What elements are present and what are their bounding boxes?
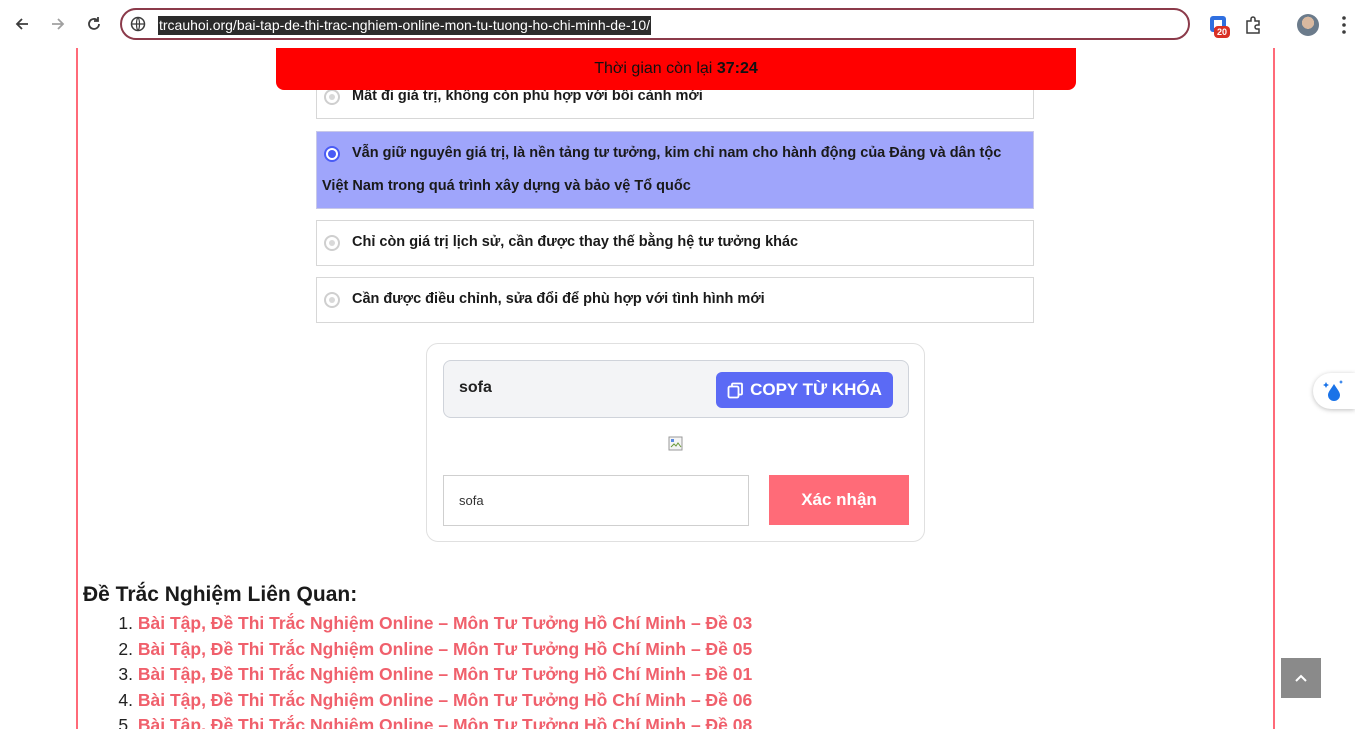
keyword-box: sofa COPY TỪ KHÓA (443, 360, 909, 418)
forward-icon[interactable] (44, 10, 72, 38)
list-item: 3. Bài Tập, Đề Thi Trắc Nghiệm Online – … (83, 664, 752, 690)
timer-label: Thời gian còn lại (594, 60, 713, 77)
extension-badge: 20 (1214, 26, 1231, 38)
site-info-icon[interactable] (130, 16, 146, 32)
content-border-left (76, 48, 78, 729)
list-item: 5. Bài Tập, Đề Thi Trắc Nghiệm Online – … (83, 715, 752, 729)
copy-keyword-button[interactable]: COPY TỪ KHÓA (716, 372, 893, 408)
reload-icon[interactable] (80, 10, 108, 38)
answer-option-text: Chỉ còn giá trị lịch sử, cần được thay t… (352, 234, 799, 250)
keyword-input[interactable] (443, 475, 749, 526)
avatar[interactable] (1297, 14, 1319, 36)
chevron-up-icon (1295, 674, 1307, 682)
list-item: 1. Bài Tập, Đề Thi Trắc Nghiệm Online – … (83, 613, 752, 639)
list-number: 1. (118, 613, 133, 633)
answer-option-4[interactable]: Cần được điều chỉnh, sửa đổi để phù hợp … (316, 277, 1034, 323)
countdown-timer: Thời gian còn lại 37:24 (276, 48, 1076, 90)
related-quiz-link[interactable]: Bài Tập, Đề Thi Trắc Nghiệm Online – Môn… (138, 613, 752, 633)
related-quizzes-list: 1. Bài Tập, Đề Thi Trắc Nghiệm Online – … (83, 613, 752, 729)
address-bar[interactable]: trcauhoi.org/bai-tap-de-thi-trac-nghiem-… (120, 8, 1190, 40)
page-content: Mất đi giá trị, không còn phù hợp với bố… (0, 48, 1355, 729)
keyword-text: sofa (459, 379, 492, 396)
list-number: 4. (118, 689, 133, 710)
radio-button[interactable] (324, 89, 340, 105)
url-text[interactable]: trcauhoi.org/bai-tap-de-thi-trac-nghiem-… (158, 16, 652, 35)
radio-button[interactable] (324, 235, 340, 251)
related-quiz-link[interactable]: Bài Tập, Đề Thi Trắc Nghiệm Online – Môn… (138, 639, 752, 659)
answer-option-3[interactable]: Chỉ còn giá trị lịch sử, cần được thay t… (316, 220, 1034, 266)
list-number: 5. (118, 715, 133, 729)
content-border-right (1273, 48, 1275, 729)
timer-value: 37:24 (716, 60, 758, 77)
list-item: 4. Bài Tập, Đề Thi Trắc Nghiệm Online – … (83, 690, 752, 716)
related-quizzes-heading: Đề Trắc Nghiệm Liên Quan: (83, 583, 358, 606)
related-quiz-link[interactable]: Bài Tập, Đề Thi Trắc Nghiệm Online – Môn… (138, 715, 752, 729)
broken-image-icon (668, 436, 683, 451)
scroll-to-top-button[interactable] (1281, 658, 1321, 698)
related-quiz-link[interactable]: Bài Tập, Đề Thi Trắc Nghiệm Online – Môn… (138, 664, 752, 684)
answer-option-2[interactable]: Vẫn giữ nguyên giá trị, là nền tảng tư t… (316, 131, 1034, 209)
browser-toolbar: trcauhoi.org/bai-tap-de-thi-trac-nghiem-… (0, 0, 1355, 49)
answer-option-text: Vẫn giữ nguyên giá trị, là nền tảng tư t… (322, 145, 1002, 194)
answer-option-text: Cần được điều chỉnh, sửa đổi để phù hợp … (352, 291, 765, 307)
floating-widget[interactable] (1313, 373, 1355, 409)
copy-keyword-label: COPY TỪ KHÓA (750, 380, 882, 399)
puzzle-icon[interactable] (1243, 14, 1265, 36)
list-number: 2. (118, 638, 133, 659)
radio-button[interactable] (324, 292, 340, 308)
list-item: 2. Bài Tập, Đề Thi Trắc Nghiệm Online – … (83, 639, 752, 665)
list-number: 3. (118, 664, 133, 684)
confirm-button[interactable]: Xác nhận (769, 475, 909, 525)
sparkle-drop-icon (1323, 380, 1343, 401)
copy-icon (727, 382, 743, 398)
related-quiz-link[interactable]: Bài Tập, Đề Thi Trắc Nghiệm Online – Môn… (138, 690, 752, 710)
back-icon[interactable] (8, 10, 36, 38)
menu-icon[interactable] (1333, 14, 1355, 36)
keyword-captcha: sofa COPY TỪ KHÓA Xác nhận (426, 343, 925, 542)
